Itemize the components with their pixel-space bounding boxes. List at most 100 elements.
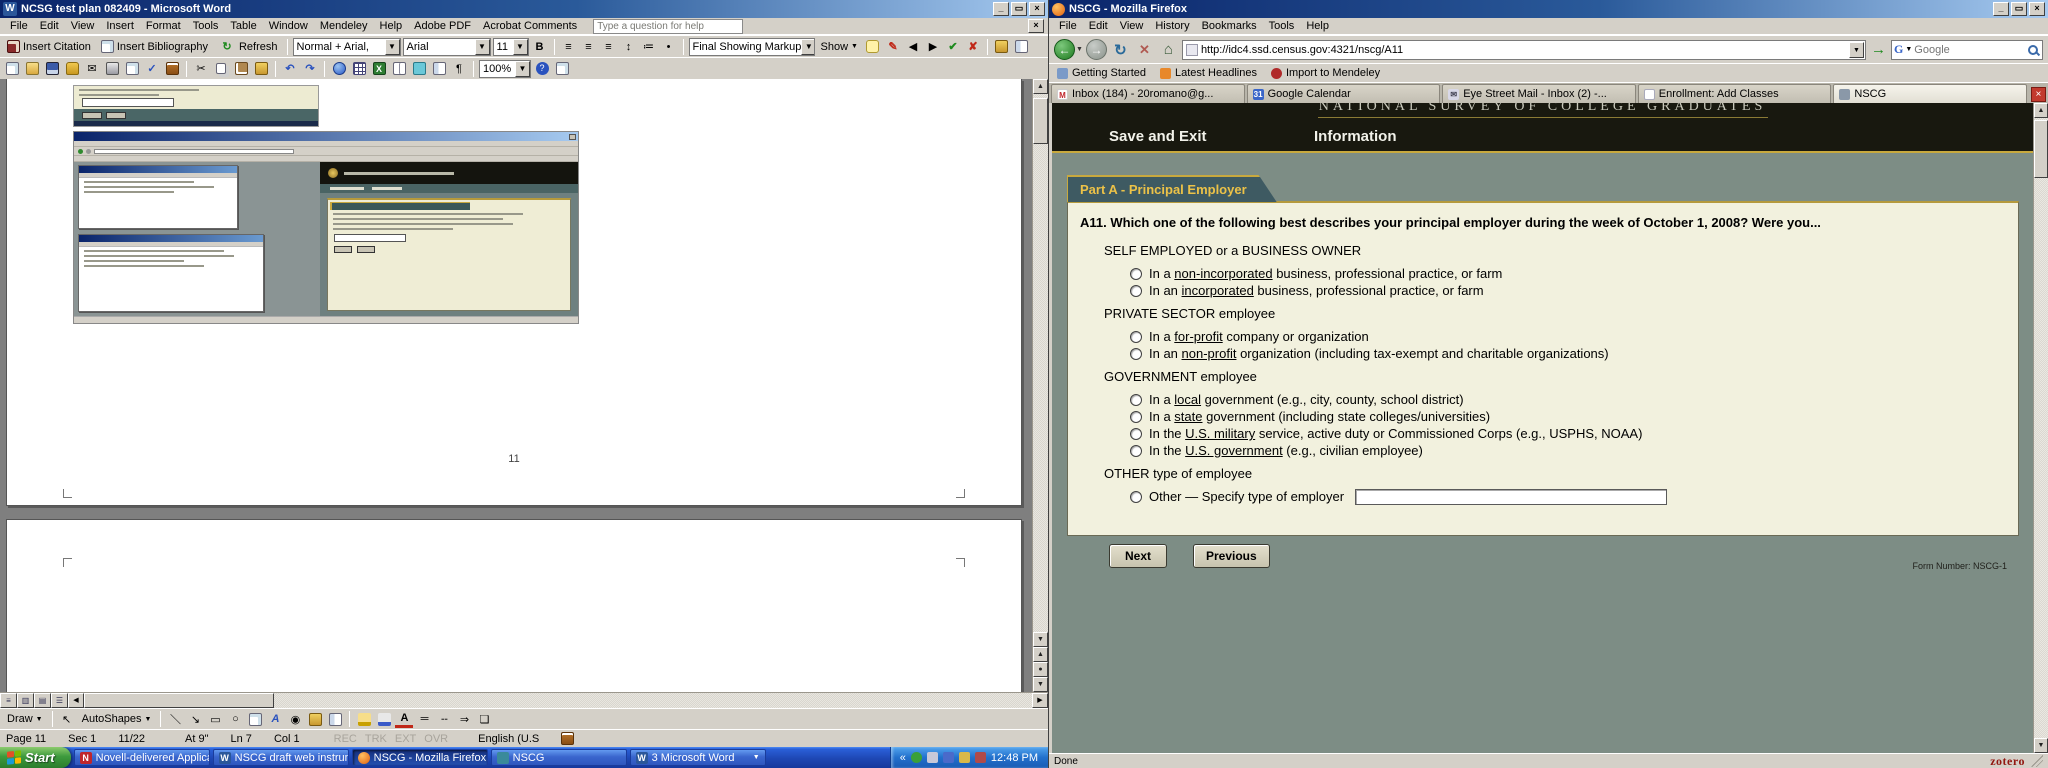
scroll-thumb[interactable] [2034, 120, 2048, 178]
menu-help[interactable]: Help [1300, 19, 1335, 33]
radio-option-non-incorporated[interactable]: In a non-incorporated business, professi… [1130, 265, 2008, 282]
document-page-11[interactable]: 11 [6, 79, 1022, 506]
font-combo[interactable]: Arial▼ [403, 38, 491, 56]
information-link[interactable]: Information [1314, 128, 1397, 145]
show-hide-paragraph-icon[interactable]: ¶ [450, 60, 468, 77]
tray-volume-icon[interactable] [927, 752, 938, 763]
document-map-icon[interactable] [430, 60, 448, 77]
menu-insert[interactable]: Insert [100, 19, 140, 33]
horizontal-scroll-track[interactable] [274, 693, 1032, 708]
radio-button[interactable] [1130, 445, 1142, 457]
diagram-icon[interactable]: ◉ [286, 711, 304, 728]
radio-button[interactable] [1130, 428, 1142, 440]
menu-edit[interactable]: Edit [34, 19, 65, 33]
url-history-dropdown[interactable]: ▼ [1849, 42, 1864, 58]
read-mode-icon[interactable] [553, 60, 571, 77]
taskbar-button-word-group[interactable]: W3 Microsoft Word▼ [630, 749, 766, 766]
draw-menu-button[interactable]: Draw▼ [3, 710, 47, 728]
status-ext[interactable]: EXT [395, 733, 416, 745]
style-combo-arrow[interactable]: ▼ [385, 39, 400, 55]
embedded-screenshot-fragment[interactable] [73, 85, 319, 127]
menu-edit[interactable]: Edit [1083, 19, 1114, 33]
status-trk[interactable]: TRK [365, 733, 387, 745]
minimize-button[interactable]: _ [993, 2, 1009, 16]
tab-enrollment-add-classes[interactable]: Enrollment: Add Classes [1638, 84, 1832, 103]
menu-file[interactable]: File [1053, 19, 1083, 33]
menu-bookmarks[interactable]: Bookmarks [1196, 19, 1263, 33]
menu-view[interactable]: View [65, 19, 101, 33]
text-box-icon[interactable] [246, 711, 264, 728]
radio-option-local-government[interactable]: In a local government (e.g., city, count… [1130, 391, 2008, 408]
next-change-icon[interactable]: ▶ [924, 38, 942, 55]
print-icon[interactable] [103, 60, 121, 77]
format-painter-icon[interactable] [252, 60, 270, 77]
scroll-down-arrow[interactable]: ▼ [2034, 738, 2048, 753]
forward-button[interactable]: → [1086, 39, 1107, 60]
font-size-combo[interactable]: 11▼ [493, 38, 529, 56]
url-input[interactable] [1201, 44, 1846, 56]
taskbar-button-word-doc[interactable]: WNSCG draft web instrum... [213, 749, 349, 766]
dash-style-icon[interactable]: ╌ [435, 711, 453, 728]
align-left-icon[interactable]: ≡ [560, 38, 578, 55]
tab-nscg[interactable]: NSCG [1833, 84, 2027, 103]
select-objects-icon[interactable]: ↖ [58, 711, 76, 728]
save-icon[interactable] [43, 60, 61, 77]
search-engine-dropdown[interactable]: ▼ [1905, 46, 1912, 53]
font-combo-arrow[interactable]: ▼ [475, 39, 490, 55]
arrow-style-icon[interactable]: ⇒ [455, 711, 473, 728]
menu-history[interactable]: History [1149, 19, 1195, 33]
autoshapes-menu-button[interactable]: AutoShapes▼ [78, 710, 156, 728]
search-magnifier-icon[interactable] [2026, 43, 2040, 57]
restore-button[interactable]: ▭ [2011, 2, 2027, 16]
rectangle-icon[interactable]: ▭ [206, 711, 224, 728]
help-question-box[interactable]: Type a question for help [593, 19, 743, 34]
line-style-icon[interactable]: ═ [415, 711, 433, 728]
close-tab-button[interactable]: × [2031, 87, 2046, 102]
menu-format[interactable]: Format [140, 19, 187, 33]
radio-option-us-military[interactable]: In the U.S. military service, active dut… [1130, 425, 2008, 442]
menu-adobe-pdf[interactable]: Adobe PDF [408, 19, 477, 33]
search-bar[interactable]: G ▼ [1891, 40, 2043, 60]
back-button[interactable]: ← [1054, 39, 1075, 60]
email-icon[interactable]: ✉ [83, 60, 101, 77]
taskbar-clock[interactable]: 12:48 PM [991, 752, 1038, 764]
radio-button[interactable] [1130, 285, 1142, 297]
paste-icon[interactable] [232, 60, 250, 77]
reject-change-icon[interactable]: ✘ [964, 38, 982, 55]
tab-google-calendar[interactable]: 31Google Calendar [1247, 84, 1441, 103]
scroll-track[interactable] [2034, 178, 2048, 738]
radio-option-non-profit[interactable]: In an non-profit organization (including… [1130, 345, 2008, 362]
search-input[interactable] [1914, 44, 2024, 56]
scroll-thumb[interactable] [1033, 98, 1048, 144]
arrow-icon[interactable]: ↘ [186, 711, 204, 728]
insert-excel-icon[interactable]: X [370, 60, 388, 77]
radio-button[interactable] [1130, 268, 1142, 280]
reload-button[interactable]: ↻ [1110, 39, 1131, 60]
previous-change-icon[interactable]: ◀ [904, 38, 922, 55]
line-spacing-icon[interactable]: ↕ [620, 38, 638, 55]
show-menu-button[interactable]: Show▼ [817, 38, 862, 56]
undo-icon[interactable]: ↶ [281, 60, 299, 77]
scroll-track[interactable] [1033, 144, 1048, 632]
reviewing-pane-icon[interactable] [1013, 38, 1031, 55]
align-center-icon[interactable]: ≡ [580, 38, 598, 55]
insert-citation-button[interactable]: Insert Citation [3, 38, 95, 56]
font-size-arrow[interactable]: ▼ [513, 39, 528, 55]
taskbar-button-firefox[interactable]: NSCG - Mozilla Firefox [352, 749, 488, 766]
track-changes-icon[interactable]: ✎ [884, 38, 902, 55]
restore-button[interactable]: ▭ [1011, 2, 1027, 16]
word-vertical-scrollbar[interactable]: ▲ ▼ ▲ ● ▼ [1032, 79, 1048, 692]
save-and-exit-link[interactable]: Save and Exit [1109, 128, 1207, 145]
research-icon[interactable] [163, 60, 181, 77]
highlight-icon[interactable] [993, 38, 1011, 55]
scroll-up-arrow[interactable]: ▲ [2034, 103, 2048, 118]
permission-icon[interactable] [63, 60, 81, 77]
tab-gmail-inbox[interactable]: MInbox (184) - 20romano@g... [1051, 84, 1245, 103]
open-icon[interactable] [23, 60, 41, 77]
refresh-button[interactable]: ↻Refresh [214, 38, 282, 56]
menu-view[interactable]: View [1114, 19, 1150, 33]
stop-button[interactable]: ✕ [1134, 39, 1155, 60]
bold-button[interactable]: B [531, 38, 549, 55]
document-pages[interactable]: 11 [0, 79, 1032, 692]
markup-combo-arrow[interactable]: ▼ [801, 39, 814, 55]
